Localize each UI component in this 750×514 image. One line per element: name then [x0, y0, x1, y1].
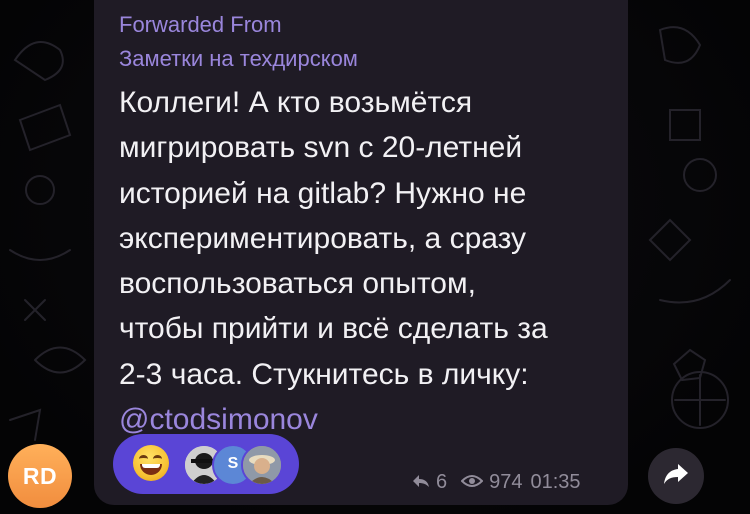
message-line: Коллеги! А кто возьмётся: [119, 86, 473, 119]
message-text: Коллеги! А кто возьмётся мигрировать svn…: [119, 80, 624, 442]
eye-icon: [460, 471, 484, 494]
forwarded-message-bubble[interactable]: Forwarded From Заметки на техдирском Кол…: [94, 0, 628, 505]
view-count: 974: [489, 470, 523, 493]
message-line: 2-3 часа. Стукнитесь в личку:: [119, 357, 529, 391]
message-time: 01:35: [530, 470, 581, 493]
reactor-avatar: [241, 444, 283, 486]
chat-view: Forwarded From Заметки на техдирском Кол…: [0, 0, 750, 514]
forwarded-label: Forwarded From: [119, 12, 282, 37]
share-arrow-icon: [663, 463, 689, 490]
sender-avatar[interactable]: RD: [8, 444, 72, 508]
grinning-face-icon: [133, 445, 169, 481]
message-line: чтобы прийти и всё сделать за: [119, 312, 548, 346]
message-line: мигрировать svn с 20-летней: [119, 131, 523, 165]
message-line: экспериментировать, а сразу: [119, 221, 527, 255]
sender-initials: RD: [22, 462, 58, 489]
forward-share-button[interactable]: [648, 448, 704, 504]
reply-count: 6: [436, 470, 448, 493]
message-meta: 6 974 01:35: [412, 470, 581, 494]
reply-arrow-icon: [412, 471, 430, 494]
forwarded-source-link[interactable]: Заметки на техдирском: [119, 45, 358, 73]
message-line: воспользоваться опытом,: [119, 267, 476, 301]
reaction-pill[interactable]: S: [113, 434, 299, 494]
message-line: историей на gitlab? Нужно не: [119, 176, 527, 210]
